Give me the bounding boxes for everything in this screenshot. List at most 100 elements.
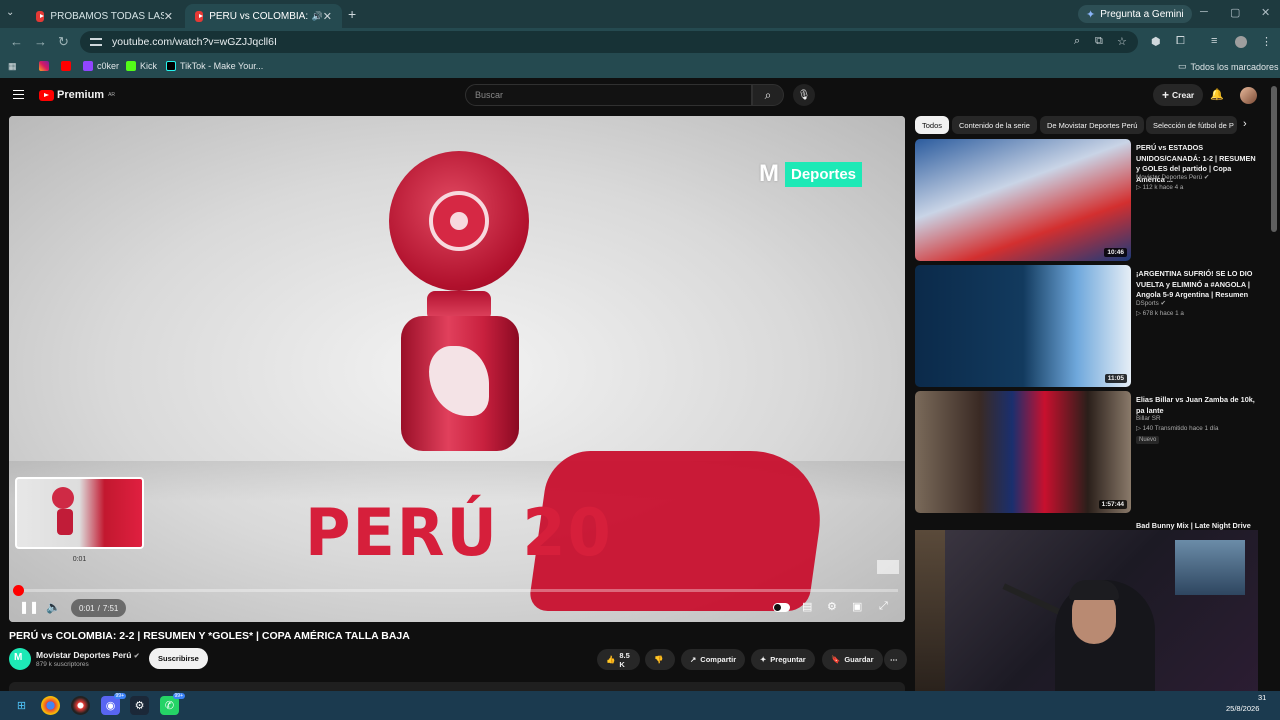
video-thumbnail[interactable]: 11:05	[915, 265, 1131, 387]
discord-icon[interactable]: ◉ 99+	[101, 693, 126, 715]
bookmark-c0ker[interactable]: c0ker	[83, 61, 119, 71]
save-button[interactable]: 🔖 Guardar	[822, 649, 883, 670]
video-thumbnail[interactable]: 1:57:44	[915, 391, 1131, 513]
settings-gear-icon[interactable]: ⚙	[827, 600, 837, 613]
logo-region: AR	[108, 92, 116, 98]
apps-grid-icon[interactable]: ▦	[8, 61, 17, 72]
pause-icon[interactable]: ❚❚	[19, 600, 39, 614]
guide-menu-icon[interactable]	[13, 90, 24, 99]
notifications-bell-icon[interactable]: 🔔	[1210, 88, 1224, 101]
browser-tab-2[interactable]: PERÚ vs COLOMBIA: 2-2 | R 🔊 ✕	[185, 4, 342, 28]
like-button[interactable]: 👍 8.5 K	[597, 649, 640, 670]
close-window-icon[interactable]: ✕	[1261, 6, 1270, 19]
channel-info[interactable]: Movistar Deportes Perú ✔ 879 k suscripto…	[9, 648, 140, 670]
gemini-button[interactable]: ✦ Pregunta a Gemini	[1078, 5, 1192, 23]
duration-badge: 1:57:44	[1098, 500, 1127, 509]
close-tab-icon[interactable]: ✕	[164, 10, 173, 23]
deportes-label: Deportes	[785, 161, 863, 187]
chip-channel[interactable]: De Movistar Deportes Perú	[1040, 116, 1145, 134]
chrome-profile-icon[interactable]	[71, 696, 90, 715]
back-icon[interactable]: ←	[10, 34, 23, 49]
recommendation-item[interactable]: 11:05 ¡ARGENTINA SUFRIÓ! SE LO DIO VUELT…	[915, 265, 1265, 387]
recommendation-channel-row[interactable]: Movistar Deportes Perú ✔	[1136, 174, 1209, 181]
progress-bar[interactable]	[12, 585, 898, 596]
minimize-icon[interactable]: ─	[1200, 6, 1208, 18]
recommendation-channel[interactable]: Movistar Deportes Perú	[1136, 174, 1202, 181]
chip-todos[interactable]: Todos	[915, 116, 950, 134]
recommendation-item[interactable]: 1:57:44 Elias Billar vs Juan Zamba de 10…	[915, 391, 1265, 513]
chevron-right-icon[interactable]: ›	[1243, 118, 1247, 130]
like-count: 8.5 K	[619, 650, 630, 669]
extension-icon[interactable]: ⬢	[1151, 35, 1161, 48]
extensions-puzzle-icon[interactable]: ⧠	[1176, 35, 1185, 48]
more-actions-button[interactable]: ⋯	[884, 649, 907, 670]
reload-icon[interactable]: ↻	[58, 34, 69, 50]
recommendation-title[interactable]: ¡ARGENTINA SUFRIÓ! SE LO DIO VUELTA y EL…	[1136, 269, 1260, 301]
account-avatar[interactable]	[1240, 87, 1257, 104]
media-icon[interactable]: ≡	[1211, 35, 1217, 47]
search-input[interactable]: Buscar	[465, 84, 752, 106]
gemini-label: Pregunta a Gemini	[1100, 8, 1184, 20]
bookmark-youtube[interactable]	[61, 61, 71, 71]
speaker-icon[interactable]: 🔊	[312, 11, 323, 22]
chip-series[interactable]: Contenido de la serie	[952, 116, 1037, 134]
url-text[interactable]: youtube.com/watch?v=wGZJJqcll6I	[112, 36, 277, 48]
youtube-logo[interactable]: Premium AR	[39, 89, 115, 101]
preview-time: 0:01	[72, 556, 87, 563]
youtube-favicon-icon	[195, 10, 204, 22]
all-bookmarks[interactable]: ▭ Todos los marcadores	[1178, 61, 1279, 72]
recommendation-channel-row[interactable]: DSports ✔	[1136, 300, 1166, 307]
youtube-favicon-icon	[36, 10, 45, 22]
new-tab-icon[interactable]: +	[348, 6, 356, 22]
tab-search-icon[interactable]: ⌄	[6, 7, 14, 18]
bookmark-tiktok[interactable]: TikTok - Make Your...	[166, 61, 263, 71]
recommendation-meta: 112 k hace 4 a	[1142, 184, 1184, 191]
partial-thumbnail[interactable]	[915, 530, 945, 691]
subscribe-button[interactable]: Suscribirse	[149, 648, 208, 669]
channel-avatar[interactable]	[9, 648, 31, 670]
zoom-icon[interactable]: ⌕	[1074, 35, 1080, 48]
recommendation-title[interactable]: Elias Billar vs Juan Zamba de 10k, pa la…	[1136, 395, 1260, 416]
profile-avatar[interactable]	[1235, 36, 1247, 48]
recommendation-item[interactable]: 10:46 PERÚ vs ESTADOS UNIDOS/CANADÁ: 1-2…	[915, 139, 1265, 261]
video-player[interactable]: PERÚ 20 M Deportes 0:01 ❚❚ 🔈 0:01 / 7:51	[9, 116, 905, 622]
channel-name[interactable]: Movistar Deportes Perú	[36, 650, 131, 660]
recommendation-channel[interactable]: DSports	[1136, 300, 1159, 307]
close-tab-icon[interactable]: ✕	[323, 10, 332, 23]
whatsapp-icon[interactable]: ✆ 99+	[160, 693, 185, 715]
create-button[interactable]: + Crear	[1153, 84, 1204, 106]
bookmark-label: Kick	[140, 61, 158, 71]
recommendation-channel[interactable]: Billar SR	[1136, 415, 1161, 422]
miniplayer-icon[interactable]: ▣	[852, 600, 862, 613]
subtitles-icon[interactable]: ▤	[802, 600, 812, 613]
clock-time[interactable]: 31	[1258, 693, 1266, 702]
clock-date[interactable]: 25/8/2026	[1226, 704, 1259, 713]
page-scrollbar[interactable]	[1271, 86, 1277, 232]
tab-title: PERÚ vs COLOMBIA: 2-2 | R	[209, 10, 308, 22]
dislike-button[interactable]: 👎	[645, 649, 675, 670]
menu-icon[interactable]: ⋮	[1261, 35, 1272, 48]
bookmark-star-icon[interactable]: ☆	[1117, 35, 1127, 48]
video-thumbnail[interactable]: 10:46	[915, 139, 1131, 261]
maximize-icon[interactable]: ▢	[1230, 6, 1240, 19]
voice-search-button[interactable]: 🎙	[793, 84, 815, 106]
channel-name-row[interactable]: Movistar Deportes Perú ✔	[36, 650, 140, 660]
autoplay-toggle[interactable]	[773, 603, 790, 612]
site-info-icon[interactable]	[90, 38, 102, 46]
fullscreen-icon[interactable]: ⤢	[879, 600, 888, 613]
share-button[interactable]: ↗ Compartir	[681, 649, 746, 670]
browser-tab-1[interactable]: PROBAMOS TODAS LAS HAMB ✕	[26, 4, 183, 28]
microphone-icon: 🎙	[797, 89, 811, 101]
bookmark-kick[interactable]: Kick	[126, 61, 157, 71]
search-button[interactable]: ⌕	[752, 84, 784, 106]
bookmark-instagram[interactable]	[39, 61, 49, 71]
steam-icon[interactable]: ⚙	[130, 696, 149, 715]
windows-start-icon[interactable]: ⊞	[12, 696, 31, 715]
chip-selection[interactable]: Selección de fútbol de P	[1146, 116, 1237, 134]
forward-icon[interactable]: →	[34, 34, 47, 49]
url-bar[interactable]: youtube.com/watch?v=wGZJJqcll6I ⌕ ⧉ ☆	[80, 31, 1138, 53]
volume-icon[interactable]: 🔈	[46, 600, 61, 614]
chrome-icon[interactable]	[41, 696, 60, 715]
ask-button[interactable]: ✦ Preguntar	[751, 649, 815, 670]
install-app-icon[interactable]: ⧉	[1095, 35, 1103, 48]
